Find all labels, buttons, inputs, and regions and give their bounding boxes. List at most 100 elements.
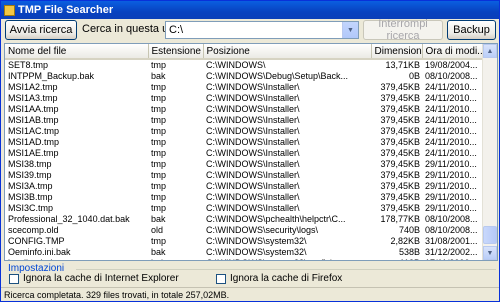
size-cell: 379,45KB (380, 93, 420, 103)
size-cell: 379,45KB (380, 115, 420, 125)
extension-cell: tmp (151, 170, 167, 180)
table-row[interactable]: MSI39.tmp tmp C:\WINDOWS\Installer\ 379,45K… (5, 170, 484, 181)
backup-button[interactable]: Backup (447, 20, 496, 40)
file-name-cell: MSI3B.tmp (8, 192, 53, 202)
table-row[interactable]: MSI3A.tmp tmp C:\WINDOWS\Installer\ 379,45K… (5, 181, 484, 192)
size-cell: 13,71KB (385, 60, 420, 70)
size-cell: 379,45KB (380, 181, 420, 191)
scroll-up-icon[interactable]: ▲ (483, 44, 497, 58)
file-name-cell: MSI1AE.tmp (8, 148, 59, 158)
table-row[interactable]: MSI1AA.tmp tmp C:\WINDOWS\Installer\ 379,45… (5, 104, 484, 115)
results-list[interactable]: Nome del file Estensione Posizione Dimen… (4, 43, 498, 261)
file-name-cell: MSI39.tmp (8, 170, 52, 180)
location-cell: C:\WINDOWS\system32\ (206, 236, 307, 246)
column-header-extension[interactable]: Estensione (148, 44, 204, 60)
ignore-ie-cache-checkbox[interactable]: Ignora la cache di Internet Explorer (9, 273, 179, 284)
modified-cell: 19/08/2004... (425, 60, 478, 70)
table-row[interactable]: MSI3B.tmp tmp C:\WINDOWS\Installer\ 379,45K… (5, 192, 484, 203)
start-search-button[interactable]: Avvia ricerca (5, 20, 77, 40)
size-cell: 379,45KB (380, 82, 420, 92)
file-name-cell: SET8.tmp (8, 60, 49, 70)
table-row[interactable]: scecomp.old old C:\WINDOWS\security\logs\ 7… (5, 225, 484, 236)
location-cell: C:\WINDOWS\Installer\ (206, 170, 300, 180)
modified-cell: 29/11/2010... (425, 192, 477, 202)
table-row[interactable]: SET8.tmp tmp C:\WINDOWS\ 13,71KB 19/08/2004.… (5, 59, 484, 71)
ignore-ie-cache-label: Ignora la cache di Internet Explorer (23, 273, 179, 284)
file-name-cell: MSI1AB.tmp (8, 115, 59, 125)
app-icon (4, 4, 15, 16)
column-header-name[interactable]: Nome del file (5, 44, 149, 60)
modified-cell: 08/10/2008... (425, 225, 478, 235)
window-title: TMP File Searcher (18, 4, 114, 16)
checkbox-icon[interactable] (216, 273, 226, 284)
size-cell: 740B (398, 225, 420, 235)
extension-cell: tmp (151, 82, 167, 92)
table-row[interactable]: MSI1AC.tmp tmp C:\WINDOWS\Installer\ 379,45… (5, 126, 484, 137)
modified-cell: 29/11/2010... (425, 203, 477, 213)
table-row[interactable]: brndlog.bakbakC:\WINDOWS\system32\config… (5, 258, 484, 260)
toolbar: Avvia ricerca Cerca in questa un C:\ ▼ I… (1, 18, 499, 42)
checkbox-icon[interactable] (9, 273, 19, 284)
size-cell: 379,45KB (380, 203, 420, 213)
extension-cell: tmp (151, 104, 167, 114)
chevron-down-icon[interactable]: ▼ (342, 22, 358, 38)
group-divider (76, 269, 496, 270)
size-cell: 379,45KB (380, 126, 420, 136)
modified-cell: 24/11/2010... (425, 82, 477, 92)
ignore-firefox-cache-label: Ignora la cache di Firefox (230, 273, 343, 284)
column-header-location[interactable]: Posizione (203, 44, 372, 60)
modified-cell: 29/11/2010... (425, 159, 477, 169)
table-row[interactable]: MSI38.tmp tmp C:\WINDOWS\Installer\ 379,45K… (5, 159, 484, 170)
column-header-size[interactable]: Dimensioni (371, 44, 423, 60)
size-cell: 379,45KB (380, 148, 420, 158)
extension-cell: tmp (151, 181, 167, 191)
location-cell: C:\WINDOWS\Installer\ (206, 159, 300, 169)
file-name-cell: Oeminfo.ini.bak (8, 247, 71, 257)
location-cell: C:\WINDOWS\Installer\ (206, 126, 300, 136)
table-row[interactable]: MSI3C.tmp tmp C:\WINDOWS\Installer\ 379,45K… (5, 203, 484, 214)
size-cell: 0B (408, 71, 420, 81)
scroll-down-icon[interactable]: ▼ (483, 246, 497, 260)
file-name-cell: MSI3C.tmp (8, 203, 54, 213)
table-row[interactable]: Professional_32_1040.dat.bak bak C:\WINDOW… (5, 214, 484, 225)
extension-cell: tmp (151, 192, 167, 202)
status-text: Ricerca completata. 329 files trovati, i… (4, 290, 230, 300)
settings-group: Impostazioni Ignora la cache di Internet… (4, 263, 498, 286)
ignore-firefox-cache-checkbox[interactable]: Ignora la cache di Firefox (216, 273, 342, 284)
vertical-scrollbar[interactable]: ▲ ▼ (482, 44, 497, 260)
table-row[interactable]: INTPPM_Backup.bak bak C:\WINDOWS\Debug\Set… (5, 71, 484, 82)
extension-cell: tmp (151, 203, 167, 213)
file-name-cell: MSI38.tmp (8, 159, 52, 169)
file-name-cell: MSI1AA.tmp (8, 104, 59, 114)
title-bar: TMP File Searcher (1, 1, 499, 19)
modified-cell: 08/10/2008... (425, 71, 478, 81)
table-row[interactable]: Oeminfo.ini.bak bak C:\WINDOWS\system32\ 53… (5, 247, 484, 258)
table-row[interactable]: MSI1A2.tmp tmp C:\WINDOWS\Installer\ 379,45… (5, 82, 484, 93)
extension-cell: old (151, 225, 164, 235)
search-path-combobox[interactable]: C:\ ▼ (165, 21, 359, 39)
table-row[interactable]: CONFIG.TMP tmp C:\WINDOWS\system32\ 2,82KB 3… (5, 236, 484, 247)
scrollbar-thumb[interactable] (483, 226, 497, 244)
extension-cell: bak (148, 258, 203, 260)
location-cell: C:\WINDOWS\system32\ (206, 247, 307, 257)
extension-cell: bak (151, 214, 166, 224)
column-header-modified[interactable]: Ora di modi... (422, 44, 485, 60)
modified-cell: 24/11/2010... (425, 148, 477, 158)
modified-cell: 24/11/2010... (425, 115, 477, 125)
size-cell: 113B (371, 258, 422, 260)
table-row[interactable]: MSI1AE.tmp tmp C:\WINDOWS\Installer\ 379,45… (5, 148, 484, 159)
search-location-label: Cerca in questa un (82, 23, 175, 35)
table-row[interactable]: MSI1A3.tmp tmp C:\WINDOWS\Installer\ 379,45… (5, 93, 484, 104)
modified-cell: 17/11/2006... (422, 258, 484, 260)
modified-cell: 29/11/2010... (425, 181, 477, 191)
location-cell: C:\WINDOWS\Installer\ (206, 93, 300, 103)
table-row[interactable]: MSI1AD.tmp tmp C:\WINDOWS\Installer\ 379,45… (5, 137, 484, 148)
status-bar: Ricerca completata. 329 files trovati, i… (1, 287, 499, 301)
location-cell: C:\WINDOWS\Installer\ (206, 137, 300, 147)
extension-cell: tmp (151, 93, 167, 103)
size-cell: 379,45KB (380, 192, 420, 202)
table-row[interactable]: MSI1AB.tmp tmp C:\WINDOWS\Installer\ 379,45… (5, 115, 484, 126)
size-cell: 379,45KB (380, 104, 420, 114)
location-cell: C:\WINDOWS\Installer\ (206, 203, 300, 213)
stop-search-button[interactable]: Interrompi ricerca (363, 18, 443, 42)
